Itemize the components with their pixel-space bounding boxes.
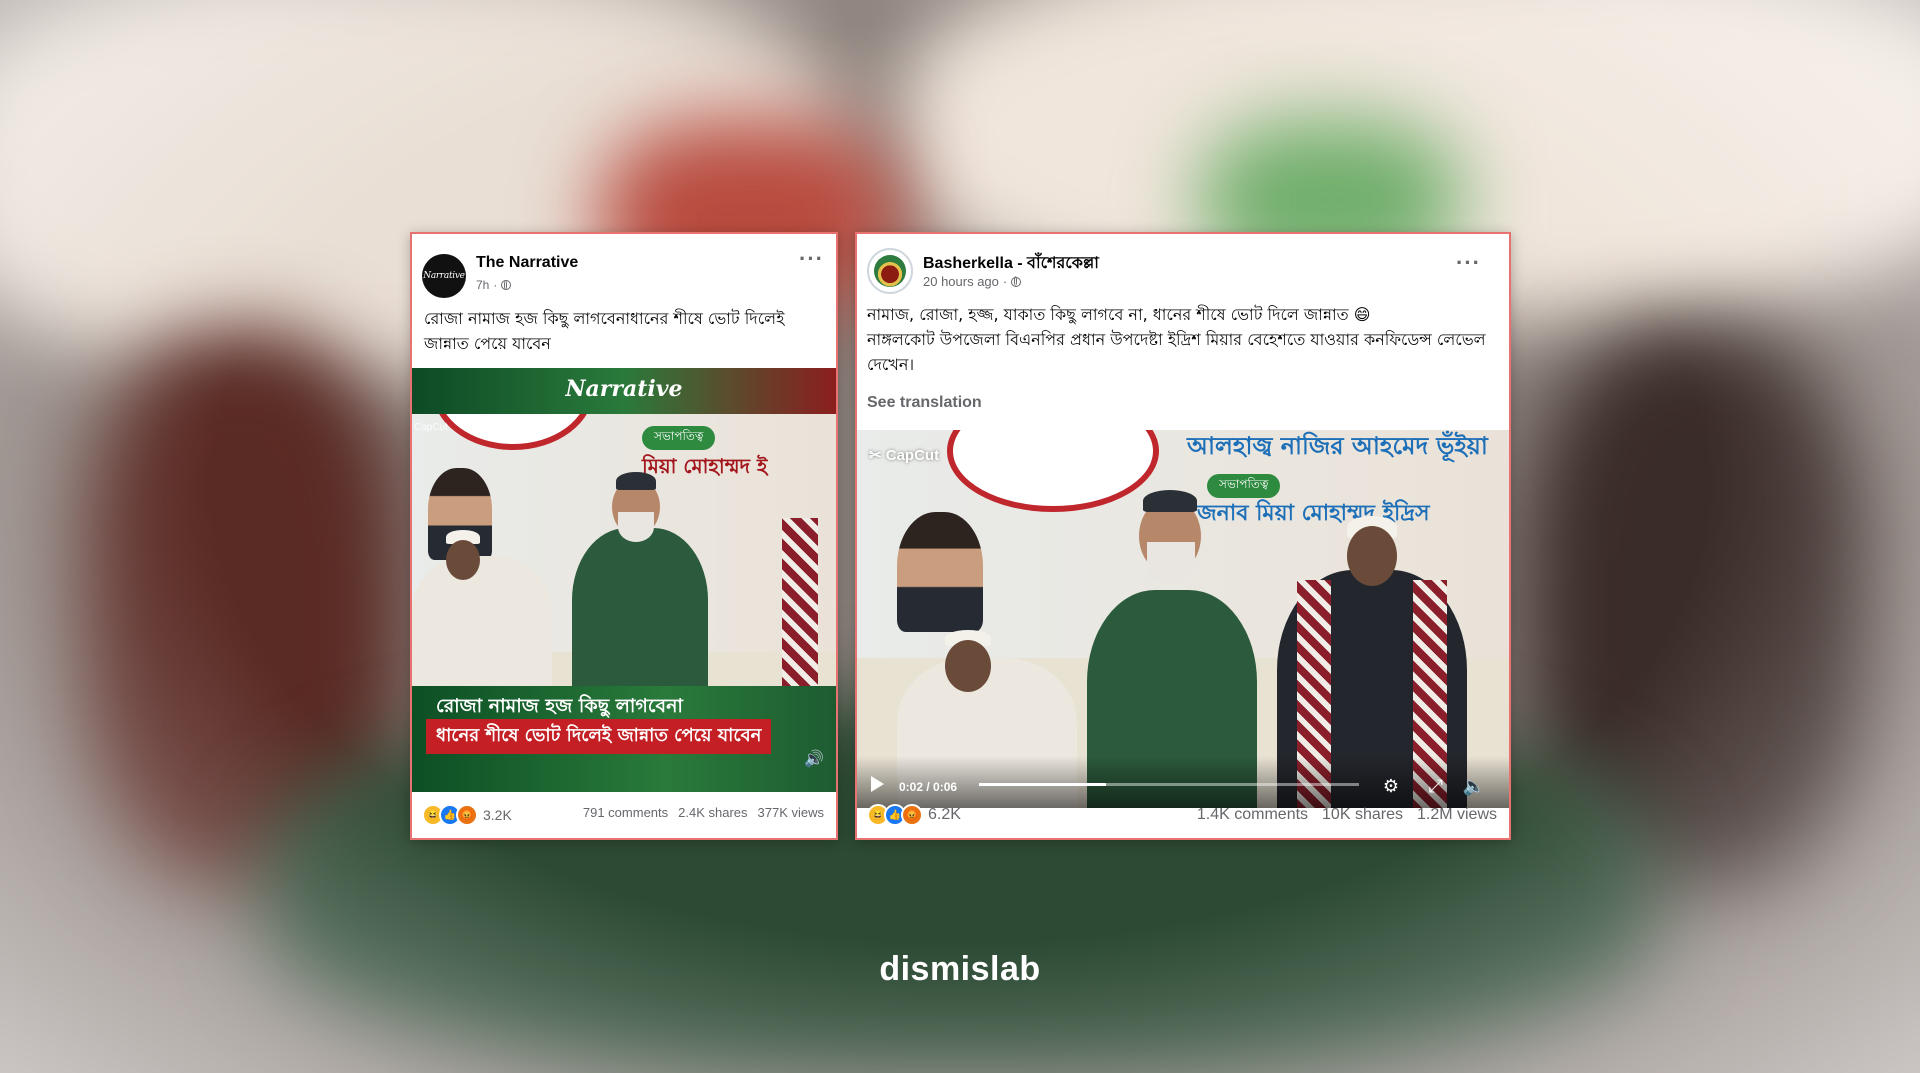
see-translation-link[interactable]: See translation — [867, 394, 982, 412]
video-thumbnail[interactable]: সভাপতিত্ব মিয়া মোহাম্মদ ই Narrative Cap… — [412, 368, 836, 792]
video-player[interactable]: আলহাজ্ব নাজির আহমেদ ভূঁইয়া সভাপতিত্ব জন… — [857, 430, 1509, 808]
reactions[interactable]: 😆 👍 😡 3.2K — [422, 804, 512, 826]
seated-person — [412, 556, 552, 696]
globe-icon — [501, 279, 512, 290]
banner-pill: সভাপতিত্ব — [1207, 474, 1281, 498]
post-footer: 😆 👍 😡 3.2K 791 comments 2.4K shares 377K… — [412, 790, 836, 838]
post-meta: 7h · — [476, 278, 512, 292]
shares-count[interactable]: 2.4K shares — [678, 805, 747, 820]
globe-icon — [1011, 276, 1022, 287]
more-options-icon[interactable]: ··· — [799, 248, 824, 270]
volume-icon[interactable]: 🔊 — [804, 749, 824, 768]
speaker — [572, 528, 708, 708]
poster-portrait — [897, 512, 983, 632]
post-stats: 1.4K comments 10K shares 1.2M views — [1197, 806, 1497, 824]
progress-bar[interactable] — [979, 783, 1359, 786]
post-meta: 20 hours ago · — [923, 274, 1022, 289]
page-name[interactable]: The Narrative — [476, 254, 578, 272]
fort-logo-icon — [874, 255, 906, 287]
avatar-logo-text: Narrative — [423, 271, 465, 281]
shares-count[interactable]: 10K shares — [1322, 806, 1403, 824]
reactions[interactable]: 😆 👍 😡 6.2K — [867, 804, 961, 826]
capcut-watermark: ✂ CapCut — [869, 447, 940, 464]
banner-name-text: মিয়া মোহাম্মদ ই — [642, 454, 768, 478]
post-time[interactable]: 20 hours ago — [923, 274, 999, 289]
progress-fill — [979, 783, 1106, 786]
caption-line-2: নাঙ্গলকোট উপজেলা বিএনপির প্রধান উপদেষ্টা… — [867, 330, 1486, 374]
post-footer: 😆 👍 😡 6.2K 1.4K comments 10K shares 1.2M… — [857, 790, 1509, 838]
more-options-icon[interactable]: ··· — [1456, 252, 1481, 274]
banner-pill: সভাপতিত্ব — [642, 426, 716, 450]
caption-line-1: নামাজ, রোজা, হজ্জ, যাকাত কিছু লাগবে না, … — [867, 305, 1371, 324]
page-avatar[interactable] — [867, 248, 913, 294]
views-count: 377K views — [757, 805, 824, 820]
post-caption: নামাজ, রোজা, হজ্জ, যাকাত কিছু লাগবে না, … — [867, 302, 1487, 377]
reaction-count: 3.2K — [483, 807, 512, 823]
views-count: 1.2M views — [1416, 806, 1497, 823]
capcut-watermark: CapCut — [414, 422, 448, 433]
page-name[interactable]: Basherkella - বাঁশেরকেল্লা — [923, 250, 1099, 277]
post-card-the-narrative: Narrative The Narrative 7h · ··· রোজা না… — [410, 232, 838, 840]
page-avatar[interactable]: Narrative — [422, 254, 466, 298]
banner-top-text: আলহাজ্ব নাজির আহমেদ ভূঁইয়া — [1187, 432, 1488, 460]
post-card-basherkella: Basherkella - বাঁশেরকেল্লা 20 hours ago … — [855, 232, 1511, 840]
narrative-logo: Narrative — [565, 376, 683, 402]
angry-reaction-icon: 😡 — [901, 804, 923, 826]
dismislab-logo: dismislab — [879, 950, 1041, 988]
comments-count[interactable]: 791 comments — [583, 805, 668, 820]
comments-count[interactable]: 1.4K comments — [1197, 806, 1308, 824]
post-caption: রোজা নামাজ হজ কিছু লাগবেনাধানের শীষে ভোট… — [424, 309, 785, 353]
angry-reaction-icon: 😡 — [456, 804, 478, 826]
post-stats: 791 comments 2.4K shares 377K views — [583, 805, 824, 820]
reaction-count: 6.2K — [928, 806, 961, 823]
post-time[interactable]: 7h — [476, 278, 489, 292]
overlay-text-line-2: ধানের শীষে ভোট দিলেই জান্নাত পেয়ে যাবেন — [426, 719, 772, 754]
